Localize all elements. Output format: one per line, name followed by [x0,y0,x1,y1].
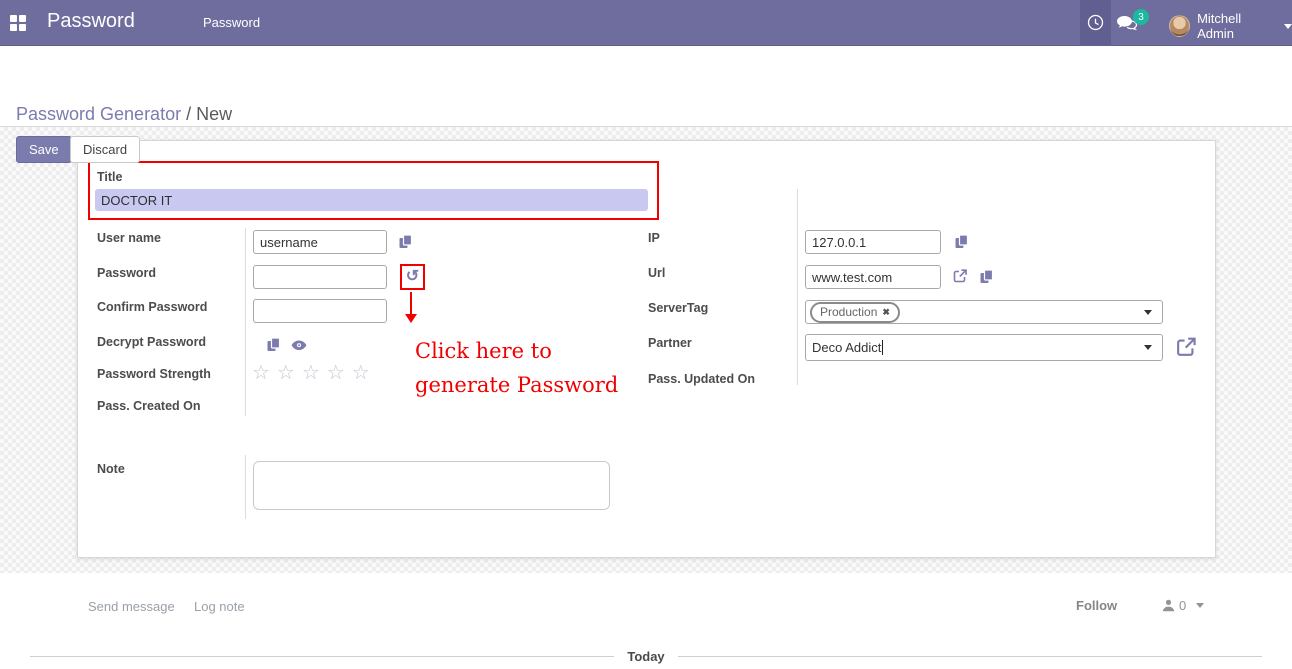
url-input[interactable] [805,265,941,289]
ip-input[interactable] [805,230,941,254]
copy-icon-decrypt[interactable] [266,337,281,352]
title-annotation-box [88,161,659,220]
divider-line-right [677,656,1263,657]
tag-remove-icon[interactable]: ✖ [882,307,890,318]
field-label-partner: Partner [648,336,692,350]
field-label-url: Url [648,266,666,280]
date-divider-label: Today [627,649,665,664]
servertag-pill-label: Production [820,305,878,319]
chevron-down-icon[interactable] [1144,309,1152,315]
field-label-confirm-password: Confirm Password [97,300,208,314]
breadcrumb-link-password-generator[interactable]: Password Generator [16,104,181,124]
external-link-icon-partner[interactable] [1176,337,1196,357]
divider-line-left [30,656,615,657]
field-label-user-name: User name [97,231,161,245]
control-panel: Password Generator / New Save Discard [0,46,1292,163]
discard-button[interactable]: Discard [70,136,141,163]
confirm-password-input[interactable] [253,299,387,323]
text-cursor [882,340,884,355]
user-name-label: Mitchell Admin [1197,11,1242,41]
app-brand[interactable]: Password [47,10,135,33]
password-strength-stars[interactable]: ☆☆☆☆☆ [252,360,377,385]
chevron-down-icon [1196,603,1205,608]
external-link-icon-url[interactable] [953,269,967,283]
clock-icon[interactable] [1087,14,1104,31]
avatar [1169,15,1191,37]
followers-dropdown[interactable]: 0 [1162,598,1205,613]
field-label-servertag: ServerTag [648,301,709,315]
breadcrumb: Password Generator / New [16,104,232,125]
nav-menu-password[interactable]: Password [203,15,260,30]
note-separator [245,455,246,519]
copy-icon-url[interactable] [979,269,994,284]
send-message-button[interactable]: Send message [88,599,175,614]
left-column-separator [245,228,246,416]
user-name-input[interactable] [253,230,387,254]
servertag-select[interactable]: Production ✖ [805,300,1163,324]
eye-icon[interactable] [291,340,307,351]
chevron-down-icon[interactable] [1144,345,1152,350]
password-app-page: Password Password 3 Mitchell Admin Passw [0,0,1292,669]
followers-count: 0 [1179,598,1187,613]
note-textarea[interactable] [253,461,610,510]
field-label-decrypt-password: Decrypt Password [97,335,207,349]
field-label-note: Note [97,462,125,476]
annotation-text-line2: generate Password [415,373,619,397]
user-menu[interactable]: Mitchell Admin [1169,11,1292,41]
apps-menu-icon[interactable] [10,15,26,31]
copy-icon-username[interactable] [398,234,413,249]
field-label-ip: IP [648,231,660,245]
password-input[interactable] [253,265,387,289]
copy-icon-ip[interactable] [954,234,969,249]
annotation-arrow-line [410,292,412,314]
top-navbar: Password Password 3 Mitchell Admin [0,0,1292,46]
generate-password-annotation-box: ↺ [400,264,425,290]
right-column-separator [797,189,798,385]
field-label-password: Password [97,266,157,280]
field-label-pass-created-on: Pass. Created On [97,399,201,413]
field-label-password-strength: Password Strength [97,367,211,381]
chevron-down-icon [1284,23,1292,29]
servertag-pill: Production ✖ [810,301,900,323]
rotate-left-icon[interactable]: ↺ [406,269,419,285]
breadcrumb-current: New [196,104,233,124]
partner-value: Deco Addict [812,340,882,355]
annotation-arrow-head [405,314,417,323]
partner-select[interactable]: Deco Addict [805,334,1163,361]
annotation-text-line1: Click here to [415,339,552,363]
breadcrumb-separator: / [186,104,192,124]
field-label-pass-updated-on: Pass. Updated On [648,372,755,386]
follow-button[interactable]: Follow [1076,598,1117,613]
person-icon [1162,599,1175,612]
messages-count-badge: 3 [1133,9,1149,25]
save-button[interactable]: Save [16,136,72,163]
date-divider: Today [30,649,1263,664]
log-note-button[interactable]: Log note [194,599,245,614]
